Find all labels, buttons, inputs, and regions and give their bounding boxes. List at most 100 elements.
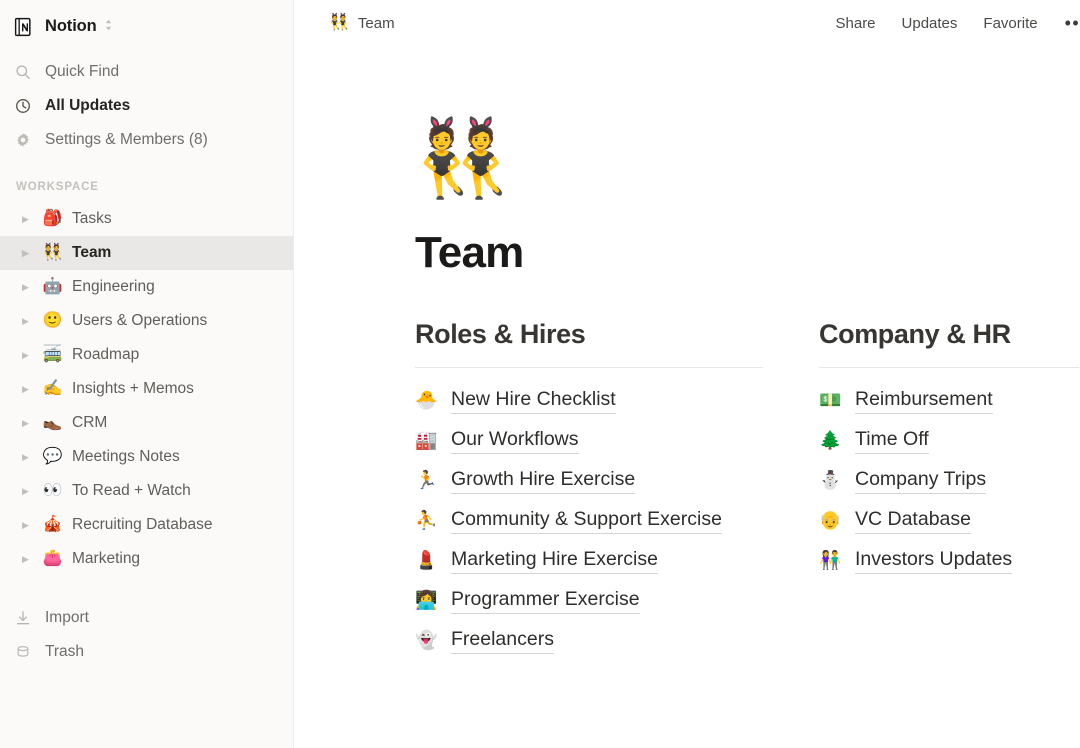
page-link[interactable]: Marketing Hire Exercise — [451, 547, 658, 574]
list-item[interactable]: 🐣 New Hire Checklist — [415, 380, 819, 420]
disclosure-triangle-icon[interactable]: ▶ — [22, 554, 34, 564]
column-roles-hires: Roles & Hires 🐣 New Hire Checklist 🏭 Our… — [415, 319, 819, 660]
page-cover-emoji[interactable]: 👯 — [415, 121, 1080, 207]
sidebar-item-label: Insights + Memos — [72, 380, 194, 397]
list-item[interactable]: 👴 VC Database — [819, 500, 1080, 540]
list-item[interactable]: 💵 Reimbursement — [819, 380, 1080, 420]
sidebar-item-tasks[interactable]: ▶ 🎒 Tasks — [0, 202, 293, 236]
sidebar-item-label: To Read + Watch — [72, 482, 191, 499]
disclosure-triangle-icon[interactable]: ▶ — [22, 248, 34, 258]
page-emoji: 🎒 — [42, 210, 63, 227]
page-emoji: 🙂 — [42, 312, 63, 329]
page-emoji: ✍️ — [42, 380, 63, 397]
item-emoji: 🌲 — [819, 430, 842, 451]
disclosure-triangle-icon[interactable]: ▶ — [22, 350, 34, 360]
page-link[interactable]: VC Database — [855, 507, 971, 534]
sidebar-item-label: Recruiting Database — [72, 516, 213, 533]
breadcrumb[interactable]: 👯 Team — [329, 15, 395, 32]
sidebar-page-list: ▶ 🎒 Tasks ▶ 👯 Team ▶ 🤖 Engineering ▶ 🙂 U… — [0, 202, 293, 576]
disclosure-triangle-icon[interactable]: ▶ — [22, 282, 34, 292]
page-link[interactable]: New Hire Checklist — [451, 387, 616, 414]
divider — [819, 367, 1079, 369]
updates-button[interactable]: Updates — [902, 15, 958, 32]
sidebar-item-crm[interactable]: ▶ 👞 CRM — [0, 406, 293, 440]
item-emoji: 🏃 — [415, 470, 438, 491]
page-emoji: 🤖 — [42, 278, 63, 295]
page-link[interactable]: Time Off — [855, 427, 929, 454]
sidebar-item-label: Import — [45, 609, 89, 626]
column-company-hr: Company & HR 💵 Reimbursement 🌲 Time Off … — [819, 319, 1080, 660]
page-emoji: 👀 — [42, 482, 63, 499]
item-emoji: 💄 — [415, 550, 438, 571]
sidebar-item-trash[interactable]: Trash — [0, 635, 293, 669]
breadcrumb-emoji: 👯 — [329, 14, 349, 31]
page-link[interactable]: Investors Updates — [855, 547, 1013, 574]
list-item[interactable]: 👩‍💻 Programmer Exercise — [415, 580, 819, 620]
sidebar-top-nav: Quick Find All Updates Settings & Member… — [0, 55, 293, 157]
page-link[interactable]: Freelancers — [451, 627, 554, 654]
page-emoji: 🎪 — [42, 516, 63, 533]
favorite-button[interactable]: Favorite — [983, 15, 1037, 32]
disclosure-triangle-icon[interactable]: ▶ — [22, 316, 34, 326]
sidebar-item-label: Marketing — [72, 550, 141, 567]
list-item[interactable]: 🏃 Growth Hire Exercise — [415, 460, 819, 500]
list-item[interactable]: 👫 Investors Updates — [819, 540, 1080, 580]
list-item[interactable]: 🏭 Our Workflows — [415, 420, 819, 460]
workspace-name: Notion — [45, 17, 97, 35]
item-emoji: ⛄ — [819, 470, 842, 491]
item-emoji: 👴 — [819, 510, 842, 531]
sidebar-item-all-updates[interactable]: All Updates — [0, 89, 293, 123]
breadcrumb-label: Team — [357, 14, 395, 32]
disclosure-triangle-icon[interactable]: ▶ — [22, 384, 34, 394]
list-item[interactable]: ⛹️ Community & Support Exercise — [415, 500, 819, 540]
page-title: Team — [415, 228, 524, 277]
sidebar-item-roadmap[interactable]: ▶ 🚎 Roadmap — [0, 338, 293, 372]
sidebar-item-settings-members[interactable]: Settings & Members (8) — [0, 123, 293, 157]
sidebar-item-recruiting-database[interactable]: ▶ 🎪 Recruiting Database — [0, 508, 293, 542]
sidebar-item-quick-find[interactable]: Quick Find — [0, 55, 293, 89]
disclosure-triangle-icon[interactable]: ▶ — [22, 452, 34, 462]
sidebar-bottom-nav: Import Trash — [0, 601, 293, 669]
notion-app-window: Notion Quick Find All Updates Settings &… — [0, 0, 1080, 748]
disclosure-triangle-icon[interactable]: ▶ — [22, 520, 34, 530]
disclosure-triangle-icon[interactable]: ▶ — [22, 214, 34, 224]
sidebar-item-marketing[interactable]: ▶ 👛 Marketing — [0, 542, 293, 576]
sidebar-item-meetings-notes[interactable]: ▶ 💬 Meetings Notes — [0, 440, 293, 474]
sidebar-item-insights-memos[interactable]: ▶ ✍️ Insights + Memos — [0, 372, 293, 406]
item-emoji: ⛹️ — [415, 510, 438, 531]
sidebar-item-label: All Updates — [45, 97, 131, 114]
sidebar-item-label: Settings & Members (8) — [45, 131, 208, 148]
page-link[interactable]: Growth Hire Exercise — [451, 467, 636, 494]
trash-icon — [14, 644, 31, 661]
sidebar-item-team[interactable]: ▶ 👯 Team — [0, 236, 293, 270]
sidebar-item-label: Trash — [45, 643, 85, 660]
list-item[interactable]: 👻 Freelancers — [415, 620, 819, 660]
chevron-up-down-icon — [104, 18, 113, 36]
page-link[interactable]: Programmer Exercise — [451, 587, 640, 614]
sidebar-item-label: Roadmap — [72, 346, 140, 363]
sidebar-item-label: Users & Operations — [72, 312, 208, 329]
page-link[interactable]: Community & Support Exercise — [451, 507, 722, 534]
sidebar-item-label: Quick Find — [45, 63, 120, 80]
sidebar-item-import[interactable]: Import — [0, 601, 293, 635]
list-item[interactable]: ⛄ Company Trips — [819, 460, 1080, 500]
list-item[interactable]: 🌲 Time Off — [819, 420, 1080, 460]
disclosure-triangle-icon[interactable]: ▶ — [22, 418, 34, 428]
sidebar: Notion Quick Find All Updates Settings &… — [0, 0, 294, 748]
sidebar-item-label: Tasks — [72, 210, 112, 227]
disclosure-triangle-icon[interactable]: ▶ — [22, 486, 34, 496]
page-link[interactable]: Reimbursement — [855, 387, 993, 414]
column-heading: Roles & Hires — [415, 319, 586, 350]
item-emoji: 💵 — [819, 390, 842, 411]
more-options-icon[interactable]: ••• — [1065, 14, 1080, 32]
workspace-switcher[interactable]: Notion — [0, 11, 293, 42]
download-icon — [14, 610, 31, 627]
page-link[interactable]: Our Workflows — [451, 427, 579, 454]
list-item[interactable]: 💄 Marketing Hire Exercise — [415, 540, 819, 580]
page-emoji: 👯 — [42, 244, 63, 261]
sidebar-item-engineering[interactable]: ▶ 🤖 Engineering — [0, 270, 293, 304]
sidebar-item-to-read-watch[interactable]: ▶ 👀 To Read + Watch — [0, 474, 293, 508]
sidebar-item-users-operations[interactable]: ▶ 🙂 Users & Operations — [0, 304, 293, 338]
share-button[interactable]: Share — [836, 15, 876, 32]
page-link[interactable]: Company Trips — [855, 467, 987, 494]
